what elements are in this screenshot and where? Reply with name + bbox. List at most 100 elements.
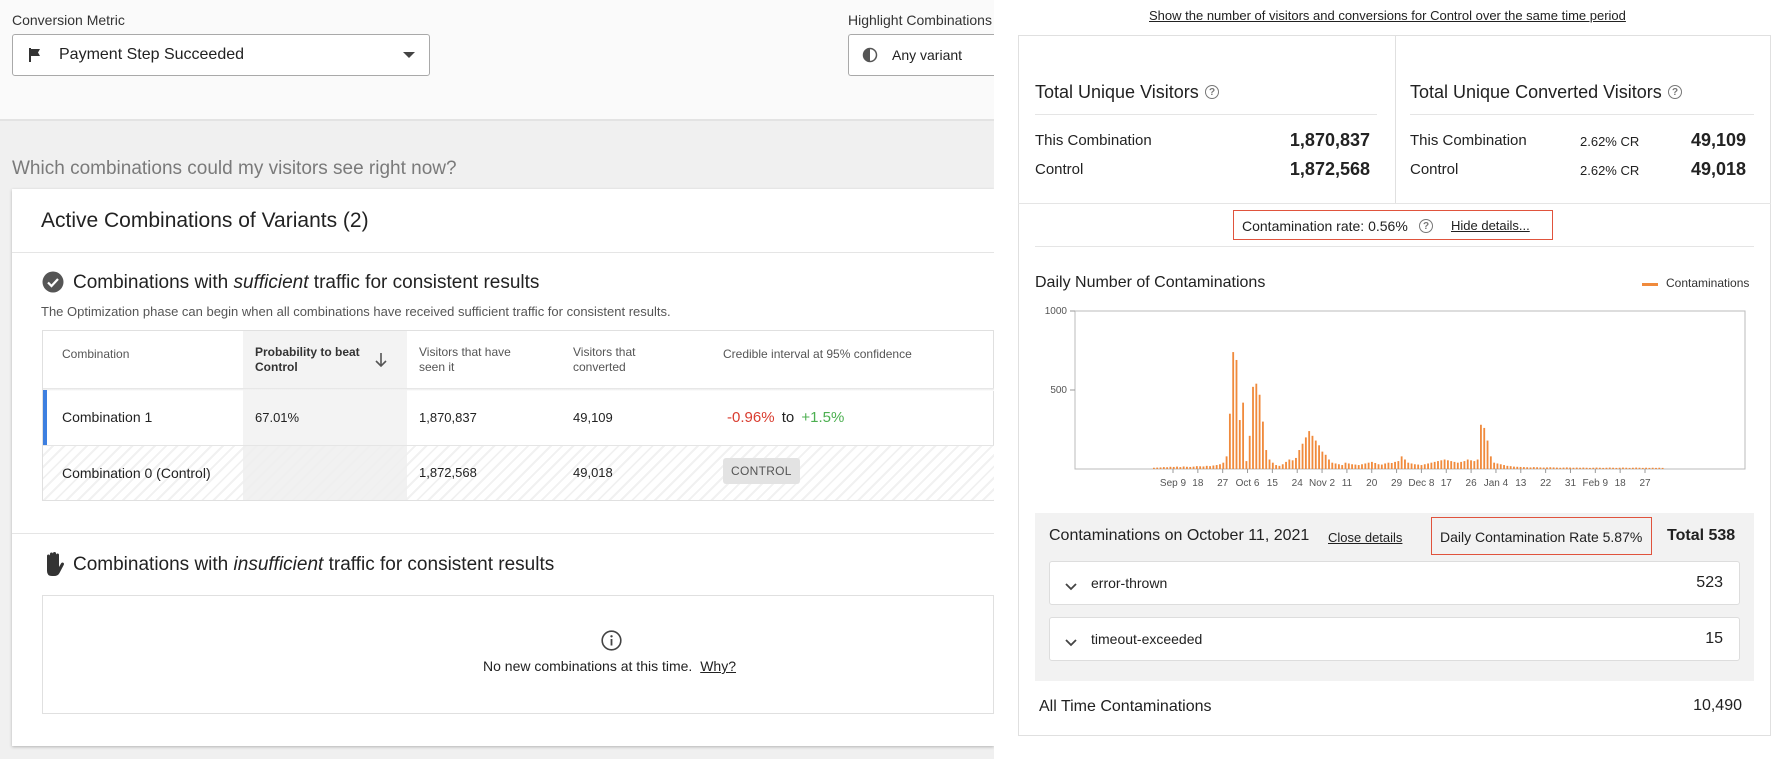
- chart-bar[interactable]: [1228, 413, 1231, 469]
- highlight-combinations-select[interactable]: Any variant: [848, 34, 994, 76]
- chart-bar[interactable]: [1298, 450, 1301, 469]
- chart-bar[interactable]: [1318, 445, 1320, 469]
- chart-bar[interactable]: [1258, 394, 1261, 469]
- chart-bar[interactable]: [1285, 461, 1287, 469]
- chart-bar[interactable]: [1404, 459, 1406, 469]
- chart-bar[interactable]: [1489, 456, 1492, 469]
- chart-bar[interactable]: [1384, 463, 1387, 469]
- chart-bar[interactable]: [1209, 466, 1211, 469]
- chart-bar[interactable]: [1516, 466, 1519, 469]
- chart-bar[interactable]: [1252, 386, 1254, 469]
- chart-bar[interactable]: [1380, 464, 1383, 469]
- chart-bar[interactable]: [1367, 462, 1370, 469]
- chart-bar[interactable]: [1582, 467, 1585, 469]
- contamination-chart[interactable]: 500 1000 Sep 9 18 27 Oct 6 15 24 Nov 2 11 20 29 Dec…: [1030, 298, 1754, 498]
- chart-bar[interactable]: [1641, 467, 1644, 469]
- chart-bar[interactable]: [1430, 462, 1433, 469]
- chart-bar[interactable]: [1565, 467, 1568, 469]
- chart-bar[interactable]: [1529, 467, 1532, 469]
- chart-bar[interactable]: [1235, 359, 1238, 469]
- chart-bar[interactable]: [1463, 461, 1466, 469]
- chart-bar[interactable]: [1635, 467, 1638, 469]
- chart-bar[interactable]: [1437, 461, 1439, 469]
- chart-bar[interactable]: [1562, 467, 1565, 469]
- chart-bar[interactable]: [1354, 464, 1357, 469]
- chart-bar[interactable]: [1509, 466, 1512, 469]
- chart-bar[interactable]: [1486, 440, 1489, 469]
- chart-bar[interactable]: [1552, 467, 1555, 469]
- table-row[interactable]: [43, 390, 994, 445]
- chart-bar[interactable]: [1334, 463, 1337, 469]
- chart-bar[interactable]: [1589, 467, 1591, 469]
- chart-bar[interactable]: [1625, 467, 1628, 469]
- chart-bar[interactable]: [1192, 466, 1195, 469]
- chart-bar[interactable]: [1172, 466, 1175, 469]
- chart-bar[interactable]: [1585, 467, 1588, 469]
- help-icon[interactable]: ?: [1419, 219, 1433, 233]
- chart-bar[interactable]: [1199, 466, 1202, 469]
- chart-bar[interactable]: [1255, 383, 1258, 469]
- chart-bar[interactable]: [1427, 463, 1429, 469]
- chart-bar[interactable]: [1374, 463, 1377, 469]
- chart-bar[interactable]: [1522, 467, 1525, 469]
- chart-bar[interactable]: [1519, 466, 1522, 469]
- col-header-visitors-seen[interactable]: Visitors that have seen it: [419, 345, 511, 375]
- help-icon[interactable]: ?: [1205, 85, 1219, 99]
- chart-bar[interactable]: [1295, 457, 1297, 469]
- chart-bar[interactable]: [1622, 467, 1624, 469]
- chart-bar[interactable]: [1532, 467, 1535, 469]
- chart-bar[interactable]: [1219, 464, 1221, 469]
- chart-bar[interactable]: [1655, 467, 1657, 469]
- chart-bar[interactable]: [1423, 464, 1426, 469]
- chart-bar[interactable]: [1364, 463, 1367, 469]
- chart-bar[interactable]: [1337, 464, 1340, 469]
- chart-bar[interactable]: [1602, 467, 1605, 469]
- chevron-down-icon[interactable]: [1065, 578, 1077, 591]
- chart-bar[interactable]: [1400, 456, 1403, 469]
- chart-bar[interactable]: [1413, 464, 1416, 469]
- chart-bar[interactable]: [1631, 467, 1634, 469]
- chart-bar[interactable]: [1645, 467, 1647, 469]
- chart-bar[interactable]: [1526, 467, 1529, 469]
- chart-bar[interactable]: [1238, 420, 1241, 469]
- chart-bar[interactable]: [1608, 467, 1611, 469]
- chart-bar[interactable]: [1159, 467, 1162, 469]
- chart-bar[interactable]: [1371, 461, 1373, 469]
- chart-bar[interactable]: [1169, 466, 1172, 469]
- chart-bar[interactable]: [1166, 467, 1169, 469]
- chart-bar[interactable]: [1202, 466, 1205, 469]
- chart-bar[interactable]: [1357, 465, 1360, 469]
- chart-bar[interactable]: [1278, 465, 1281, 469]
- chart-bar[interactable]: [1275, 465, 1278, 469]
- chart-bar[interactable]: [1513, 466, 1515, 469]
- chart-bar[interactable]: [1387, 462, 1390, 469]
- chart-bar[interactable]: [1153, 467, 1155, 469]
- chart-bar[interactable]: [1559, 467, 1562, 469]
- chart-bar[interactable]: [1189, 466, 1192, 469]
- show-control-link[interactable]: Show the number of visitors and conversi…: [1149, 8, 1626, 23]
- chart-bar[interactable]: [1615, 467, 1618, 469]
- chart-bar[interactable]: [1301, 443, 1304, 469]
- chart-bar[interactable]: [1162, 467, 1165, 469]
- chart-bar[interactable]: [1344, 462, 1347, 469]
- chart-bar[interactable]: [1453, 461, 1456, 469]
- chart-bar[interactable]: [1311, 435, 1314, 469]
- chart-bar[interactable]: [1225, 456, 1228, 469]
- chart-bar[interactable]: [1450, 461, 1453, 469]
- chart-bar[interactable]: [1331, 462, 1334, 469]
- chart-bar[interactable]: [1182, 466, 1185, 469]
- chart-bar[interactable]: [1407, 462, 1410, 469]
- chart-bar[interactable]: [1546, 467, 1548, 469]
- chart-bar[interactable]: [1397, 461, 1400, 469]
- arrow-down-icon[interactable]: [374, 352, 388, 368]
- chart-bar[interactable]: [1476, 459, 1479, 469]
- chart-bar[interactable]: [1618, 467, 1621, 469]
- chart-bar[interactable]: [1506, 465, 1509, 469]
- chart-bar[interactable]: [1271, 462, 1274, 469]
- chart-bar[interactable]: [1572, 467, 1575, 469]
- chart-bar[interactable]: [1651, 467, 1654, 469]
- chart-bar[interactable]: [1443, 459, 1446, 469]
- chart-bar[interactable]: [1539, 467, 1542, 469]
- chart-bar[interactable]: [1265, 450, 1268, 469]
- chart-bar[interactable]: [1179, 467, 1182, 469]
